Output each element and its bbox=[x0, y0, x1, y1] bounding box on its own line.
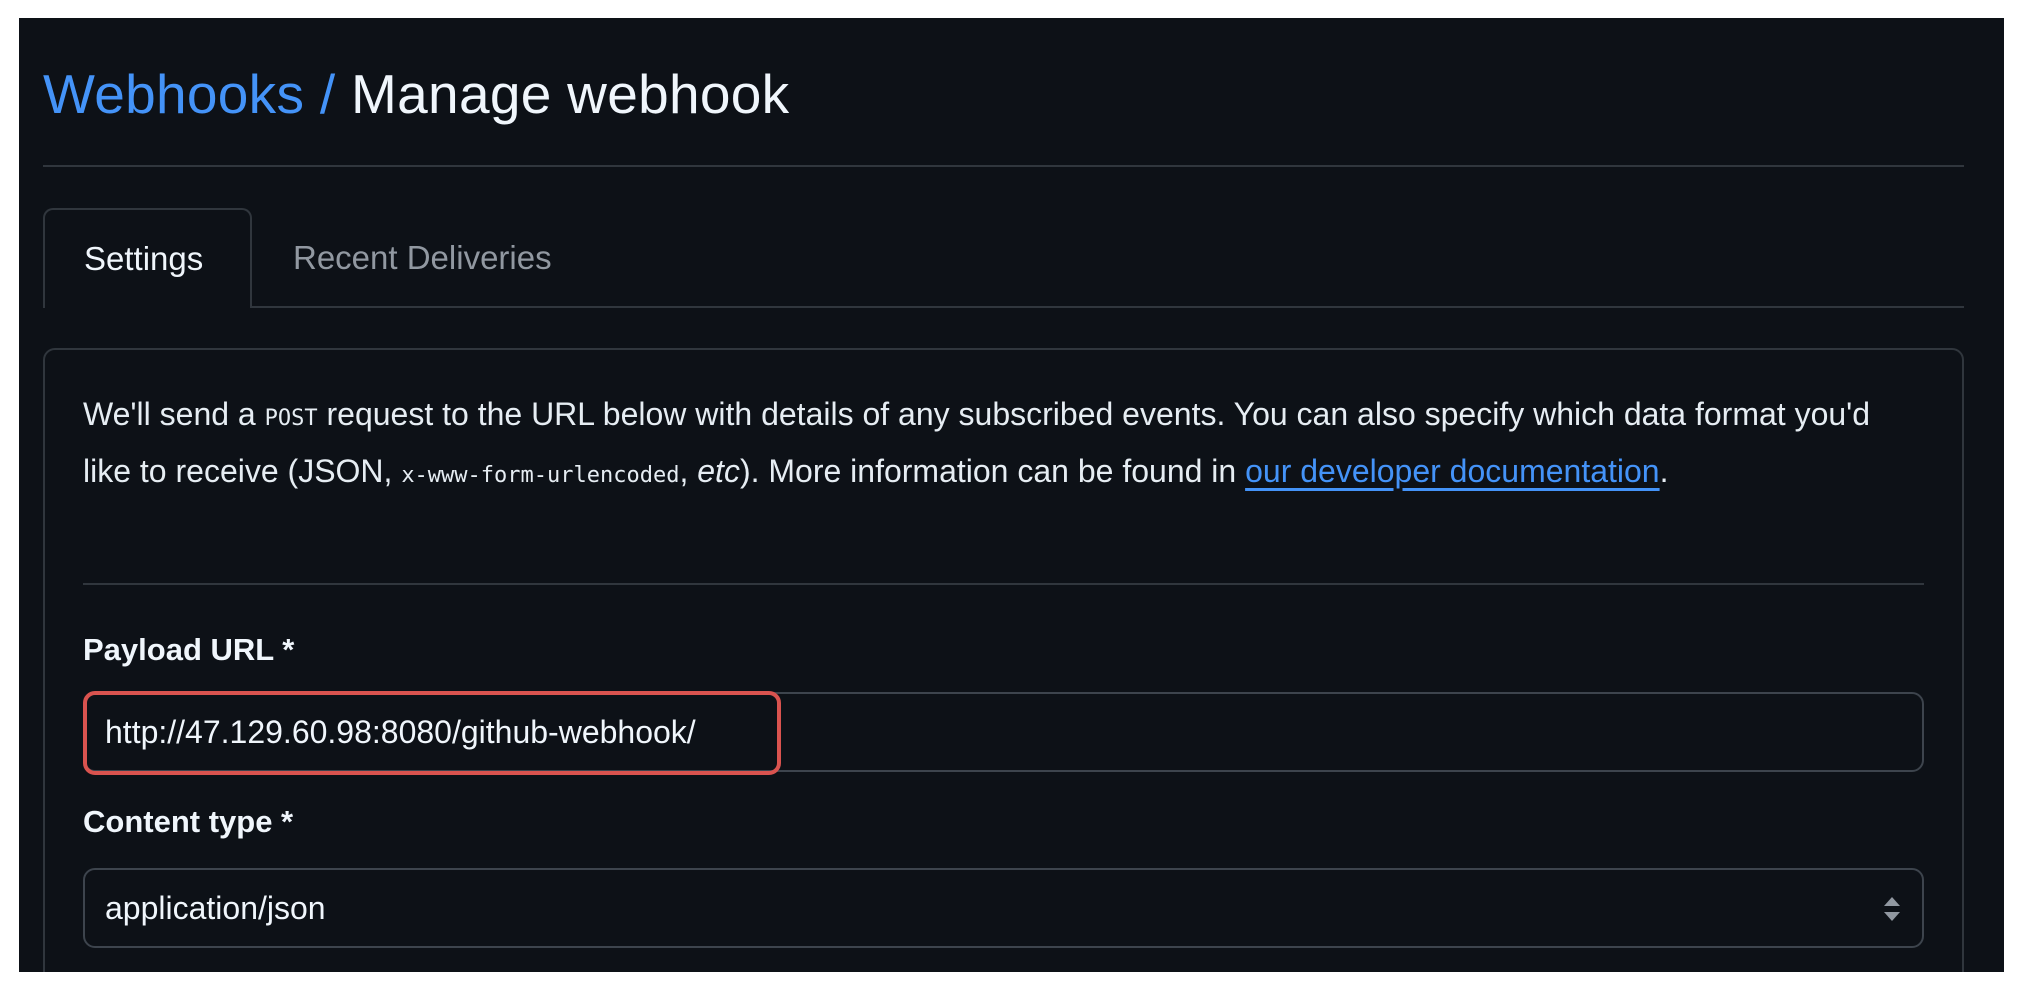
breadcrumb-webhooks-link[interactable]: Webhooks bbox=[43, 63, 304, 125]
developer-documentation-link[interactable]: our developer documentation bbox=[1245, 453, 1660, 489]
webhook-settings-panel: We'll send a POST request to the URL bel… bbox=[43, 348, 1964, 972]
post-method-code: POST bbox=[264, 406, 318, 431]
page-title: Webhooks / Manage webhook bbox=[43, 67, 789, 122]
intro-text: We'll send a POST request to the URL bel… bbox=[83, 396, 1871, 489]
tab-recent-deliveries-label: Recent Deliveries bbox=[293, 239, 552, 276]
manage-webhook-page: Webhooks / Manage webhook Settings Recen… bbox=[19, 18, 2004, 972]
content-type-select[interactable]: application/json bbox=[83, 868, 1924, 948]
content-type-value: application/json bbox=[105, 889, 326, 926]
content-type-label: Content type * bbox=[83, 804, 294, 839]
tab-recent-deliveries[interactable]: Recent Deliveries bbox=[252, 208, 572, 308]
header-divider bbox=[43, 165, 1964, 167]
form-urlencoded-code: x-www-form-urlencoded bbox=[401, 463, 680, 488]
panel-divider bbox=[83, 583, 1924, 585]
breadcrumb-separator: / bbox=[319, 63, 336, 125]
select-arrows-icon bbox=[1884, 897, 1900, 921]
payload-url-input[interactable]: http://47.129.60.98:8080/github-webhook/ bbox=[83, 692, 1924, 772]
payload-url-label: Payload URL * bbox=[83, 632, 295, 667]
payload-url-value: http://47.129.60.98:8080/github-webhook/ bbox=[105, 713, 696, 750]
tab-settings-label: Settings bbox=[84, 240, 204, 277]
tabbar-divider bbox=[43, 306, 1964, 308]
breadcrumb-current: Manage webhook bbox=[351, 63, 790, 125]
tab-settings[interactable]: Settings bbox=[43, 208, 252, 308]
